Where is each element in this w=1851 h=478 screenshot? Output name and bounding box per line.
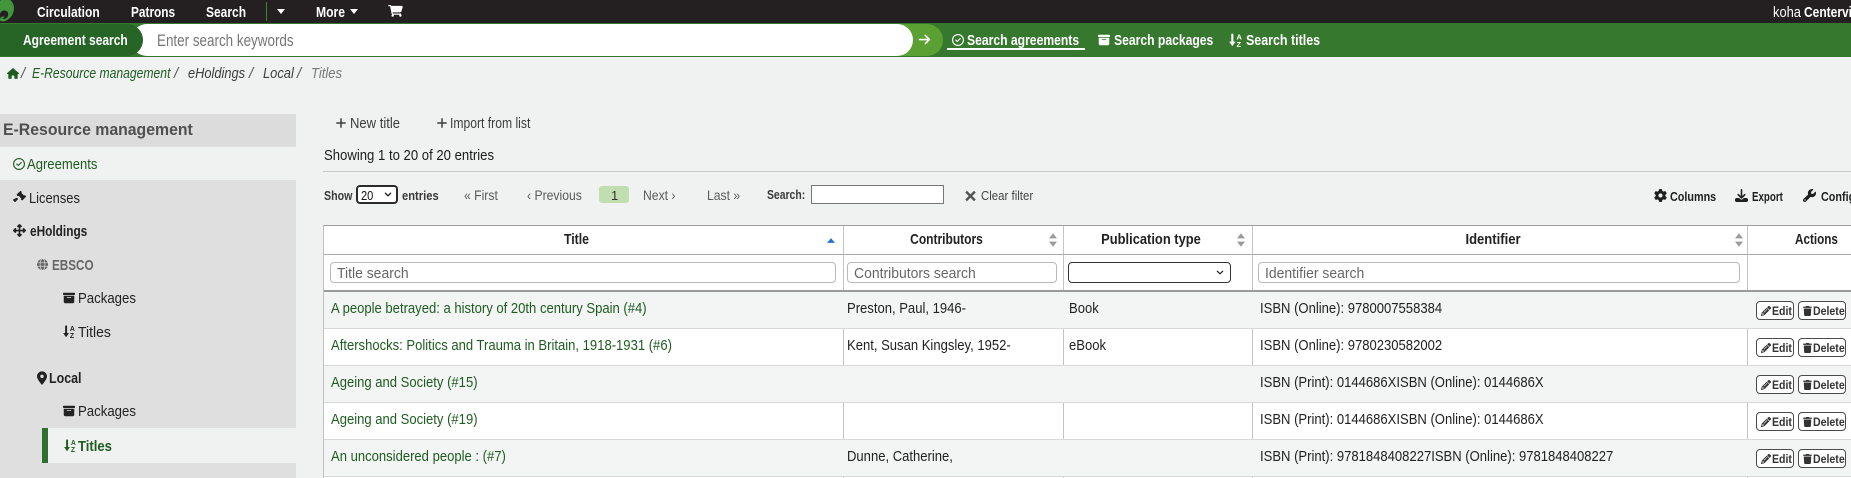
svg-text:Z: Z — [71, 447, 76, 452]
svg-text:A: A — [71, 440, 76, 447]
svg-text:Z: Z — [70, 333, 75, 338]
svg-text:Z: Z — [1236, 40, 1241, 47]
svg-text:A: A — [70, 326, 75, 333]
